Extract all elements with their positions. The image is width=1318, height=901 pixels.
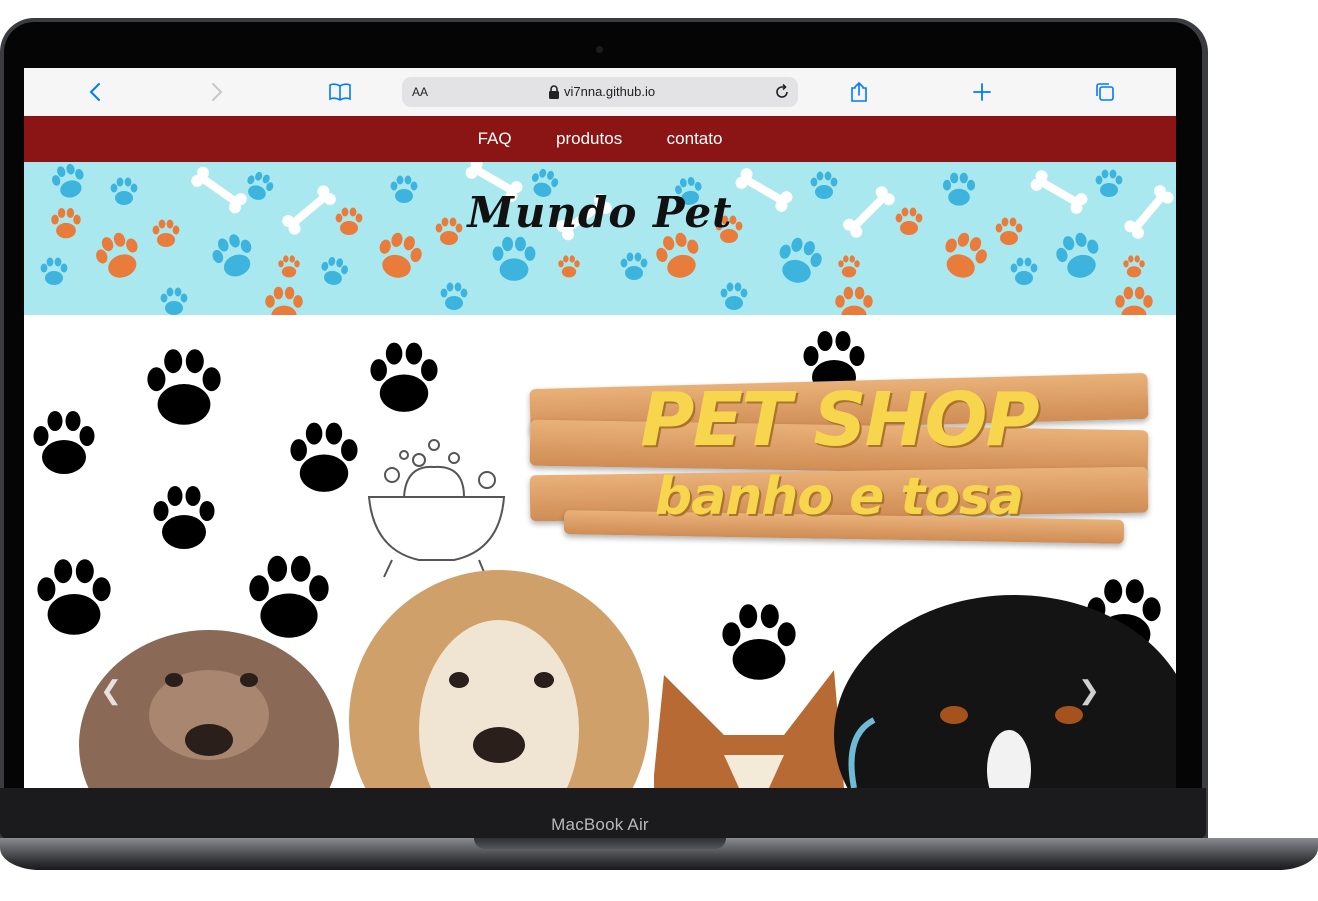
chevron-right-icon[interactable] [204, 80, 228, 104]
screen: AA vi7nna.github.io FAQ produtos contato [24, 68, 1176, 788]
text-size-button[interactable]: AA [412, 85, 428, 99]
browser-toolbar: AA vi7nna.github.io [24, 68, 1176, 117]
nav-link-faq[interactable]: FAQ [478, 116, 512, 162]
site-navigation: FAQ produtos contato [24, 116, 1176, 162]
carousel-prev-button[interactable]: ❮ [96, 675, 126, 705]
lock-icon [548, 85, 560, 99]
carousel-next-button[interactable]: ❯ [1074, 675, 1104, 705]
bathtub-drawing [367, 439, 506, 578]
banner-subtitle: banho e tosa [654, 467, 1024, 527]
share-icon[interactable] [847, 80, 871, 104]
reload-icon[interactable] [772, 82, 792, 102]
nav-link-contato[interactable]: contato [667, 116, 723, 162]
chevron-right-icon: ❯ [1078, 675, 1100, 705]
plus-icon[interactable] [970, 80, 994, 104]
banner-title: PET SHOP [640, 377, 1039, 463]
address-bar[interactable]: AA vi7nna.github.io [402, 77, 798, 107]
device-label: MacBook Air [551, 815, 649, 834]
laptop-notch [474, 838, 726, 849]
url-text: vi7nna.github.io [564, 84, 656, 99]
dog-photos [79, 570, 1176, 788]
chevron-left-icon: ❮ [100, 675, 122, 705]
camera-icon [596, 46, 603, 53]
carousel-banner: PET SHOP banho e tosa ❮ ❯ [24, 315, 1176, 788]
site-logo[interactable]: Mundo Pet [24, 188, 1176, 237]
tabs-icon[interactable] [1093, 80, 1117, 104]
nav-link-produtos[interactable]: produtos [556, 116, 622, 162]
book-icon[interactable] [328, 80, 352, 104]
chevron-left-icon[interactable] [84, 80, 108, 104]
hero-header: Mundo Pet [24, 162, 1176, 315]
paw-pattern-background [40, 162, 1176, 315]
